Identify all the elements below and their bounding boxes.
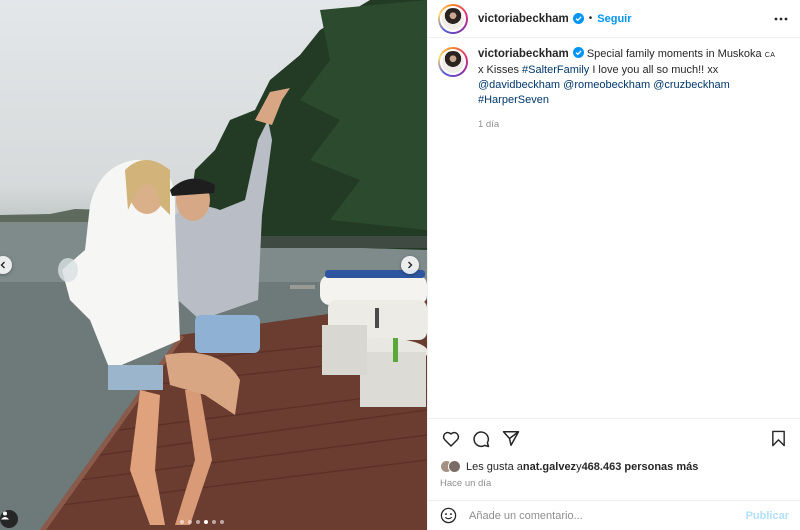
like-button[interactable]	[440, 428, 462, 450]
likes-prefix: Les gusta a	[466, 460, 523, 473]
action-bar	[428, 418, 800, 458]
heart-icon	[442, 431, 460, 447]
mention-cruzbeckham[interactable]: @cruzbeckham	[653, 79, 730, 91]
user-tag-icon	[1, 511, 9, 520]
verified-badge-icon	[572, 13, 584, 24]
caption-text-part: x Kisses	[478, 64, 523, 76]
comment-input[interactable]	[469, 509, 746, 522]
caption-text-part: I love you all so much!! xx	[589, 64, 719, 76]
more-options-icon	[774, 17, 788, 20]
mention-davidbeckham[interactable]: @davidbeckham	[478, 79, 560, 91]
carousel-dot	[204, 520, 208, 524]
caption-text: victoriabeckham Special family moments i…	[478, 47, 783, 108]
separator-dot: •	[588, 13, 593, 24]
carousel-dot	[220, 520, 224, 524]
caption-timestamp[interactable]: 1 día	[478, 117, 783, 132]
share-button[interactable]	[500, 428, 522, 450]
caption-username[interactable]: victoriabeckham	[478, 48, 569, 60]
carousel-dot	[180, 520, 184, 524]
carousel-indicator	[180, 520, 224, 524]
save-button[interactable]	[767, 428, 789, 450]
likes-count[interactable]: 468.463 personas más	[582, 461, 699, 473]
chevron-right-icon	[408, 261, 413, 269]
carousel-dot	[212, 520, 216, 524]
publish-button[interactable]: Publicar	[746, 510, 789, 522]
caption-row: victoriabeckham Special family moments i…	[428, 38, 800, 132]
likes-summary: Les gusta a nat.galvez y 468.463 persona…	[440, 460, 698, 473]
caption-avatar[interactable]	[438, 47, 468, 77]
post-header: victoriabeckham • Seguir	[428, 0, 800, 38]
paper-plane-icon	[502, 431, 520, 446]
carousel-dot	[188, 520, 192, 524]
caption-body: victoriabeckham Special family moments i…	[478, 47, 783, 132]
liker-username[interactable]: nat.galvez	[523, 461, 576, 473]
emoji-button[interactable]	[440, 507, 457, 524]
comment-bar: Publicar	[428, 500, 800, 530]
post-photo[interactable]	[0, 0, 427, 530]
more-options-button[interactable]	[774, 17, 788, 21]
smiley-icon	[440, 507, 457, 524]
chevron-left-icon	[0, 261, 5, 269]
bookmark-icon	[771, 430, 785, 447]
post-details-panel: victoriabeckham • Seguir victoriabeckham…	[427, 0, 800, 530]
verified-badge-icon	[572, 47, 584, 58]
comment-bubble-icon	[473, 430, 490, 447]
follow-button[interactable]: Seguir	[597, 13, 631, 25]
liker-avatar	[448, 460, 461, 473]
photo-scene	[0, 0, 427, 530]
caption-text-part: Special family moments in Muskoka	[586, 48, 765, 60]
carousel-dot	[196, 520, 200, 524]
hashtag-harperseven[interactable]: #HarperSeven	[478, 94, 549, 106]
post-date[interactable]: Hace un día	[440, 478, 491, 489]
header-username[interactable]: victoriabeckham	[478, 13, 569, 25]
avatar[interactable]	[438, 3, 468, 34]
carousel-next-button[interactable]	[401, 256, 419, 274]
comment-button[interactable]	[470, 428, 492, 450]
hashtag-salterfamily[interactable]: #SalterFamily	[522, 64, 589, 76]
user-tags-button[interactable]	[0, 510, 18, 528]
mention-romeobeckham[interactable]: @romeobeckham	[563, 79, 650, 91]
flag-ca: CA	[764, 52, 776, 59]
